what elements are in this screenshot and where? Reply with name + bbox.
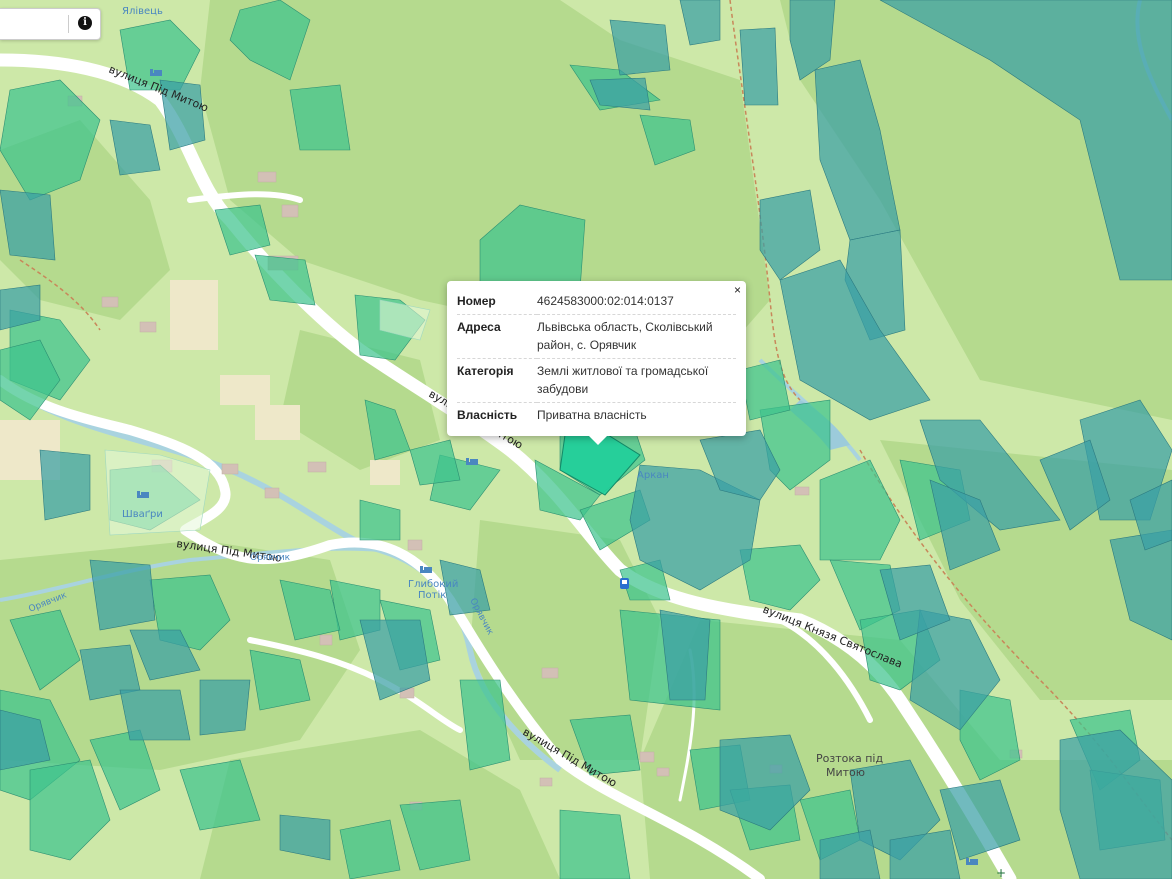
info-icon[interactable]: i (78, 16, 92, 30)
row-value-category: Землі житлової та громадської забудови (537, 358, 736, 403)
lodging-icon (466, 458, 478, 465)
row-key-category: Категорія (457, 358, 537, 403)
row-value-ownership: Приватна власність (537, 408, 647, 422)
close-icon[interactable]: × (734, 283, 741, 297)
table-row: Адреса Львівська область, Сколівський ра… (457, 314, 736, 359)
row-key-number: Номер (457, 289, 537, 315)
stream-label-1: Орявчик (250, 553, 291, 563)
cross-icon: + (996, 866, 1006, 879)
place-label-1: Розтока під (816, 752, 883, 765)
parcel-info-table: Номер 4624583000:02:014:0137 Адреса Льві… (457, 289, 736, 428)
village-label-3: Глибокий (408, 579, 458, 590)
table-row: Номер 4624583000:02:014:0137 (457, 289, 736, 315)
row-value-address: Львівська область, Сколівський район, с.… (537, 314, 736, 359)
lodging-icon-4 (420, 566, 432, 573)
place-label-2: Аркан (637, 470, 669, 481)
place-label-1b: Митою (826, 766, 865, 779)
village-label-1: Ялівець (122, 5, 163, 17)
popup-tip (589, 436, 607, 445)
row-key-address: Адреса (457, 314, 537, 359)
lodging-icon-5 (966, 858, 978, 865)
table-row: Власність Приватна власність (457, 403, 736, 429)
parcel-info-popup: × Номер 4624583000:02:014:0137 Адреса Ль… (447, 281, 746, 445)
map[interactable]: вулиця Під Митою вулиця Під Митою вулиця… (0, 0, 1172, 879)
table-row: Категорія Землі житлової та громадської … (457, 358, 736, 403)
row-value-number: 4624583000:02:014:0137 (537, 289, 736, 315)
search-divider (68, 15, 69, 33)
village-label-2: Шваґри (122, 509, 163, 520)
row-key-ownership: Власність (457, 408, 518, 422)
lodging-icon-2 (137, 491, 149, 498)
search-box[interactable]: i (0, 8, 101, 40)
lodging-icon-3 (150, 69, 162, 76)
map-canvas[interactable]: вулиця Під Митою вулиця Під Митою вулиця… (0, 0, 1172, 879)
village-label-3b: Потік (418, 589, 446, 601)
bus-stop-icon (620, 578, 629, 589)
